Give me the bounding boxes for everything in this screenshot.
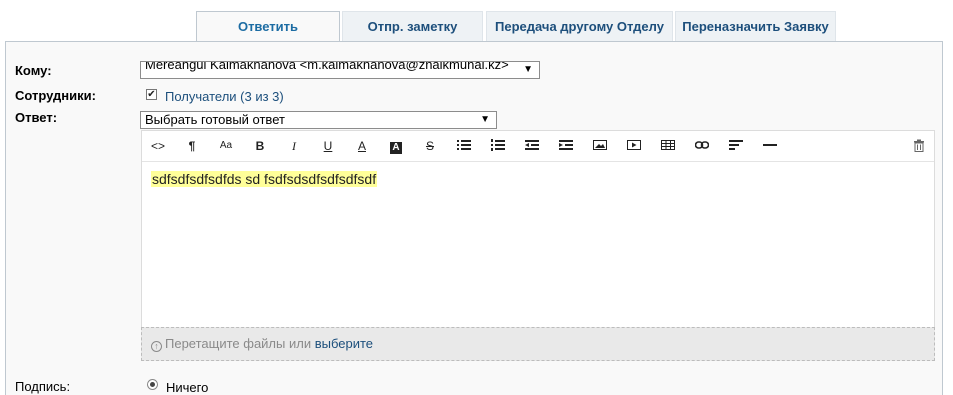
paragraph-icon[interactable]: ¶ bbox=[181, 137, 203, 155]
trash-icon[interactable] bbox=[908, 137, 930, 155]
chevron-down-icon: ▼ bbox=[523, 64, 533, 75]
signature-none-radio[interactable] bbox=[147, 379, 158, 390]
ordered-list-icon[interactable] bbox=[487, 137, 509, 155]
image-icon[interactable] bbox=[589, 137, 611, 155]
file-dropzone[interactable]: ↑ Перетащите файлы или выберите bbox=[141, 327, 935, 361]
outdent-icon[interactable] bbox=[521, 137, 543, 155]
font-color-icon[interactable]: A bbox=[351, 137, 373, 155]
italic-icon[interactable]: I bbox=[283, 137, 305, 155]
tab-reply[interactable]: Ответить bbox=[196, 11, 340, 42]
choose-files-link[interactable]: выберите bbox=[315, 336, 373, 351]
canned-response-value: Выбрать готовый ответ bbox=[145, 112, 285, 127]
signature-label: Подпись: bbox=[15, 379, 71, 394]
tab-reassign-ticket[interactable]: Переназначить Заявку bbox=[675, 11, 836, 41]
recipients-label[interactable]: Получатели (3 из 3) bbox=[165, 89, 284, 104]
tab-transfer-department[interactable]: Передача другому Отделу bbox=[486, 11, 673, 41]
tab-bar: Ответить Отпр. заметку Передача другому … bbox=[0, 0, 953, 42]
tab-post-note[interactable]: Отпр. заметку bbox=[342, 11, 483, 41]
horizontal-rule-icon[interactable] bbox=[759, 137, 781, 155]
upload-icon: ↑ bbox=[151, 341, 162, 352]
editor-body-text[interactable]: sdfsdfsdfsdfds sd fsdfsdsdfsdfsdfsdf bbox=[151, 171, 378, 187]
align-left-icon[interactable] bbox=[725, 137, 747, 155]
staff-label: Сотрудники: bbox=[15, 88, 96, 103]
recipient-select-value: Mereangul Kaimaknanova <m.kaimaknanova@z… bbox=[145, 61, 509, 72]
recipient-select[interactable]: Mereangul Kaimaknanova <m.kaimaknanova@z… bbox=[140, 61, 540, 79]
code-view-icon[interactable]: <> bbox=[147, 137, 169, 155]
underline-icon[interactable]: U bbox=[317, 137, 339, 155]
chevron-down-icon: ▼ bbox=[480, 114, 490, 125]
indent-icon[interactable] bbox=[555, 137, 577, 155]
rich-text-editor: <> ¶ Aa B I U A A S sdfsdfsdfsdfds sd fs… bbox=[141, 130, 935, 361]
bold-icon[interactable]: B bbox=[249, 137, 271, 155]
table-icon[interactable] bbox=[657, 137, 679, 155]
background-color-icon[interactable]: A bbox=[385, 137, 407, 155]
strikethrough-icon[interactable]: S bbox=[419, 137, 441, 155]
answer-label: Ответ: bbox=[15, 110, 58, 125]
signature-none-label[interactable]: Ничего bbox=[166, 380, 208, 395]
video-icon[interactable] bbox=[623, 137, 645, 155]
dropzone-text: Перетащите файлы или bbox=[165, 336, 312, 351]
canned-response-select[interactable]: Выбрать готовый ответ ▼ bbox=[140, 111, 497, 129]
to-label: Кому: bbox=[15, 63, 52, 78]
recipients-checkbox[interactable]: ✔ bbox=[146, 89, 157, 100]
link-icon[interactable] bbox=[691, 137, 713, 155]
editor-toolbar: <> ¶ Aa B I U A A S bbox=[142, 131, 934, 162]
unordered-list-icon[interactable] bbox=[453, 137, 475, 155]
font-size-icon[interactable]: Aa bbox=[215, 137, 237, 155]
